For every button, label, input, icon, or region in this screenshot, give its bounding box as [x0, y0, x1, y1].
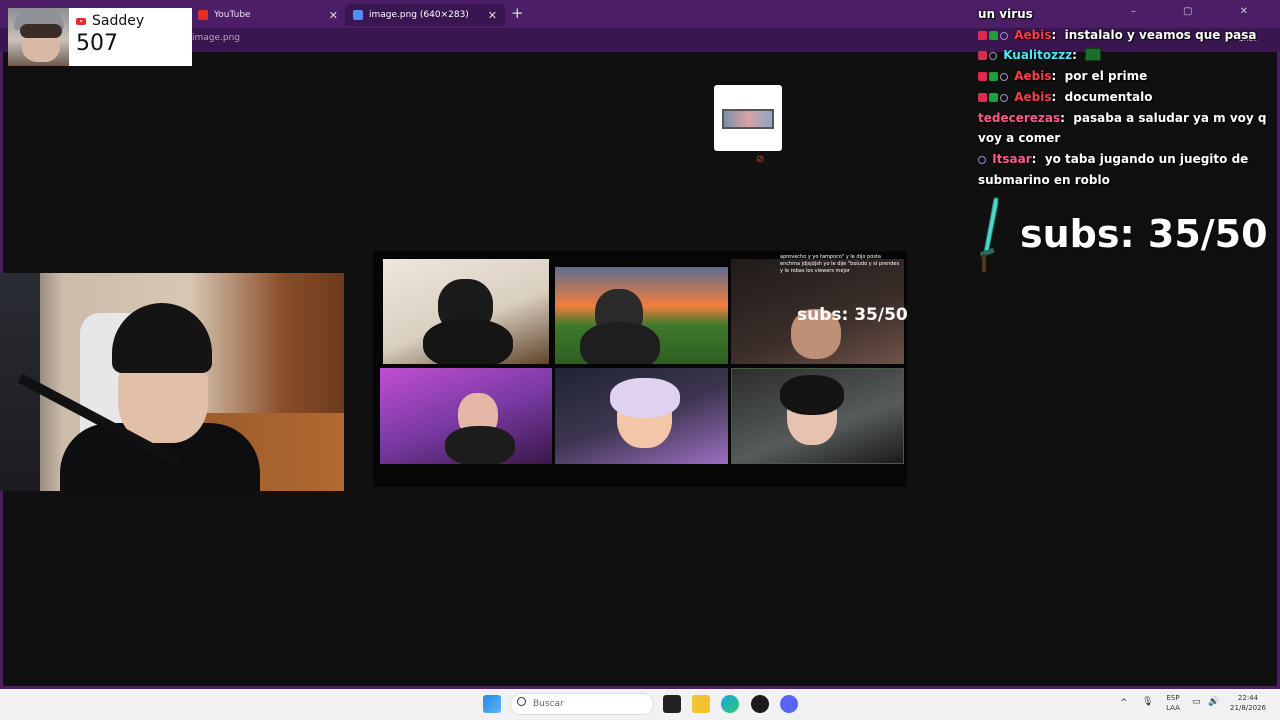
language-indicator[interactable]: ESP LAA [1162, 693, 1184, 713]
chat-overlay: un virus Aebis: instalalo y veamos que p… [978, 4, 1268, 190]
close-icon[interactable]: ✕ [329, 9, 338, 22]
image-icon [353, 10, 363, 20]
tab-image[interactable]: image.png (640×283) ✕ [345, 4, 505, 26]
language-top: ESP [1166, 694, 1180, 702]
film-icon [722, 109, 774, 129]
webcam-feed [0, 273, 344, 491]
new-tab-button[interactable]: + [511, 4, 524, 22]
chat-message: Aebis: documentalo [978, 87, 1268, 108]
youtube-icon [198, 10, 208, 20]
tray-chevron-icon[interactable]: ^ [1120, 698, 1128, 708]
mod-badge-icon [978, 30, 987, 40]
stream-tile [383, 259, 549, 364]
user-badge-icon [1000, 31, 1008, 40]
subscriber-count: 507 [76, 31, 118, 56]
obs-icon[interactable] [751, 695, 769, 713]
youtube-icon [76, 17, 86, 25]
network-icon[interactable]: ▭ [1192, 697, 1201, 707]
tab-label: image.png (640×283) [369, 10, 469, 20]
chat-username: Itsaar [992, 151, 1032, 166]
clock[interactable]: 22:44 21/8/2026 [1226, 693, 1270, 713]
search-input[interactable]: Buscar [510, 693, 654, 715]
clock-date: 21/8/2026 [1230, 704, 1266, 712]
notes-app-icon[interactable] [663, 695, 681, 713]
clock-time: 22:44 [1237, 694, 1259, 702]
chat-username: Aebis [1014, 27, 1052, 42]
sub-badge-icon [989, 72, 998, 82]
folder-icon[interactable] [692, 695, 710, 713]
chat-message: Aebis: instalalo y veamos que pasa [978, 25, 1268, 46]
user-badge-icon [989, 52, 997, 61]
edge-icon[interactable] [721, 695, 739, 713]
mod-badge-icon [978, 92, 987, 102]
diamond-sword-icon [980, 197, 999, 272]
tab-label: YouTube [214, 10, 251, 20]
mod-badge-icon [978, 51, 987, 61]
chat-text: documentalo [1064, 89, 1153, 104]
chat-username: Kualitozzz [1003, 48, 1073, 63]
close-icon[interactable]: ✕ [488, 9, 497, 22]
stream-tile [380, 368, 552, 464]
chat-text: por el prime [1064, 69, 1148, 84]
mod-badge-icon [978, 72, 987, 82]
user-badge-icon [978, 155, 986, 164]
image-placeholder [714, 85, 782, 151]
user-badge-icon [1000, 93, 1008, 102]
microphone-icon[interactable]: 🎙 [1142, 697, 1153, 707]
subscriber-widget: Saddey 507 [8, 8, 192, 66]
chat-message: Kualitozzz: [978, 45, 1268, 66]
stream-subs-goal: subs: 35/50 [797, 305, 908, 325]
discord-icon[interactable] [780, 695, 798, 713]
stream-tile [731, 368, 904, 464]
stream-tile [555, 368, 728, 464]
volume-icon[interactable]: 🔊 [1208, 697, 1219, 707]
sub-badge-icon [989, 92, 998, 102]
subs-goal: subs: 35/50 [1020, 212, 1268, 256]
stream-chat-text: aprovecho y yo tampoco" y le dijo posta … [780, 254, 900, 274]
chat-message: Itsaar: yo taba jugando un juegito de su… [978, 151, 1249, 187]
start-icon[interactable] [483, 695, 501, 713]
address-text: image.png [192, 33, 241, 43]
chat-text: un virus [978, 7, 1033, 21]
stream-tile [555, 267, 728, 364]
avatar [8, 8, 69, 66]
channel-name: Saddey [92, 13, 145, 29]
user-badge-icon [1000, 73, 1008, 82]
chat-text: instalalo y veamos que pasa [1064, 27, 1257, 42]
search-icon [517, 697, 526, 706]
chat-message: tedecerezas: pasaba a saludar ya m voy q… [978, 110, 1267, 146]
chat-username: Aebis [1014, 69, 1052, 84]
language-bottom: LAA [1166, 704, 1180, 712]
sub-badge-icon [989, 30, 998, 40]
chat-message: Aebis: por el prime [978, 66, 1268, 87]
chat-username: Aebis [1014, 89, 1052, 104]
tab-youtube[interactable]: YouTube ✕ [190, 4, 346, 26]
emote-icon [1085, 48, 1102, 62]
chat-username: tedecerezas [978, 110, 1061, 125]
chat-message: un virus [978, 4, 1268, 25]
screen: YouTube ✕ image.png (640×283) ✕ + – ▢ ✕ … [0, 0, 1280, 720]
blocked-icon: ⊘ [756, 154, 765, 165]
